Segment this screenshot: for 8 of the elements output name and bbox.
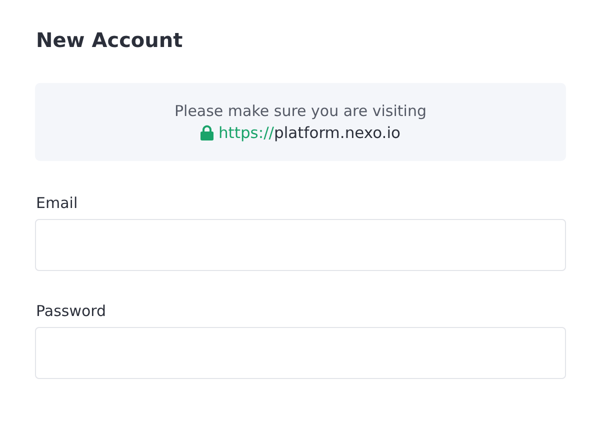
page-title: New Account (36, 27, 184, 54)
field-label: Email (36, 194, 79, 212)
field-label: Password (36, 302, 108, 320)
input-field[interactable] (35, 327, 566, 379)
input-field[interactable] (35, 219, 566, 271)
notice-text: Please make sure you are visiting (174, 102, 426, 120)
lock-icon (200, 125, 214, 141)
url-text: https://platform.nexo.io (218, 124, 401, 142)
